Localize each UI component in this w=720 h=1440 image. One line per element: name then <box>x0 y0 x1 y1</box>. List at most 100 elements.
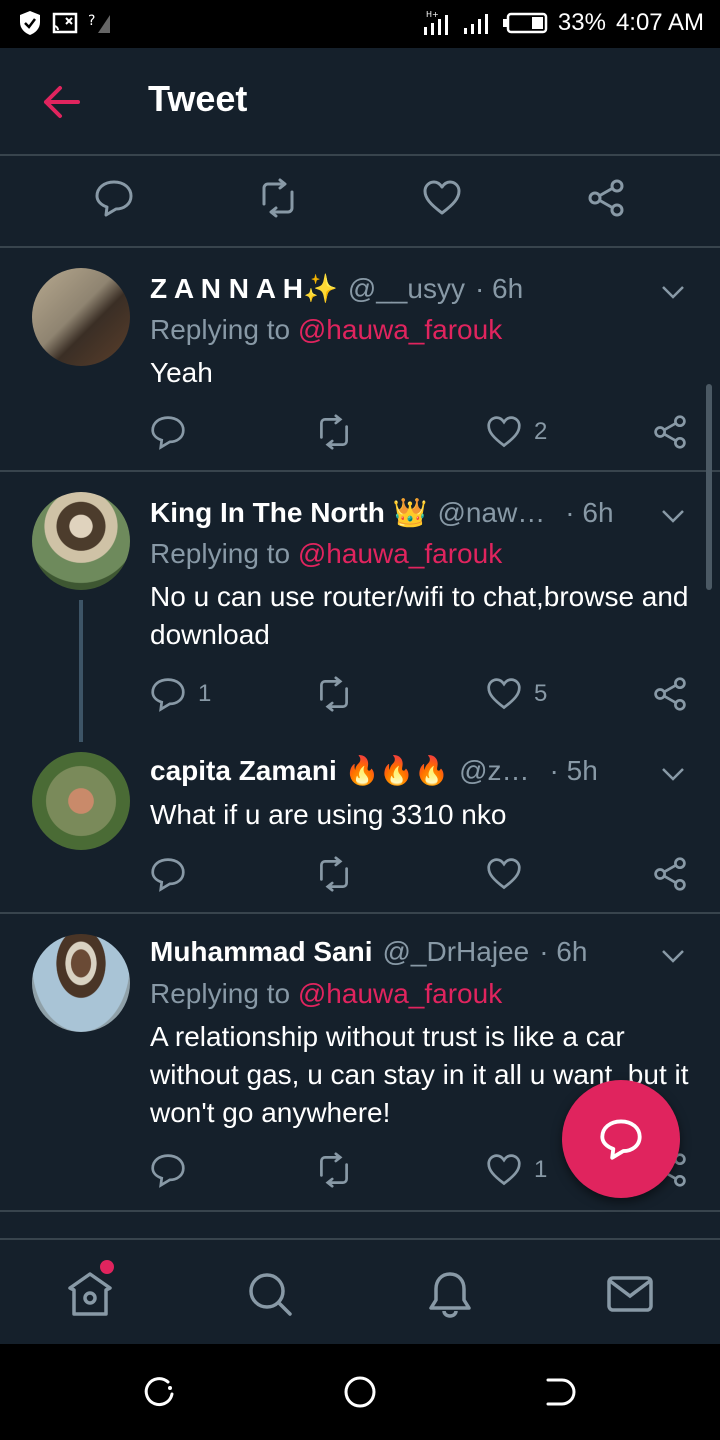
reply-tweet[interactable]: capita Zamani 🔥🔥🔥 @z… · 5h What if u are… <box>0 734 720 912</box>
reply-button[interactable] <box>150 1152 198 1188</box>
retweet-icon <box>320 676 348 712</box>
back-button[interactable] <box>40 82 84 122</box>
chevron-down-icon[interactable] <box>660 948 686 964</box>
like-count: 2 <box>534 418 548 445</box>
bottom-nav <box>0 1238 720 1346</box>
user-handle[interactable]: @naw… <box>438 497 546 529</box>
cast-icon <box>52 12 78 34</box>
system-nav-bar <box>0 1344 720 1440</box>
chevron-down-icon[interactable] <box>660 508 686 524</box>
reply-count: 1 <box>198 680 212 707</box>
like-button[interactable]: 2 <box>486 414 547 450</box>
arrow-left-icon <box>44 86 80 118</box>
scrollbar[interactable] <box>706 384 712 590</box>
search-icon[interactable] <box>246 1270 294 1318</box>
like-button[interactable]: 5 <box>486 676 547 712</box>
user-handle[interactable]: @__usyy <box>348 273 465 305</box>
shield-icon <box>18 10 42 36</box>
mention-link[interactable]: @hauwa_farouk <box>298 978 502 1009</box>
like-button[interactable] <box>486 856 534 892</box>
like-count: 5 <box>534 680 548 707</box>
avatar[interactable] <box>32 268 130 366</box>
retweet-icon <box>320 856 348 892</box>
home-button-icon[interactable] <box>342 1374 378 1410</box>
back-button-icon[interactable] <box>542 1374 578 1410</box>
share-icon <box>654 415 686 449</box>
user-handle[interactable]: @z… <box>459 755 529 787</box>
like-icon[interactable] <box>422 178 462 218</box>
share-icon <box>654 677 686 711</box>
reply-button[interactable] <box>150 856 198 892</box>
replying-to: Replying to @hauwa_farouk <box>150 538 503 569</box>
retweet-button[interactable] <box>316 1152 364 1188</box>
like-icon <box>487 416 521 448</box>
battery-percent: 33% <box>557 9 606 36</box>
clock: 4:07 AM <box>615 9 704 36</box>
divider <box>0 1210 720 1212</box>
user-handle[interactable]: @_DrHajee <box>382 936 529 968</box>
reply-icon <box>151 678 185 712</box>
share-button[interactable] <box>652 856 688 892</box>
retweet-button[interactable] <box>316 414 364 450</box>
messages-icon[interactable] <box>606 1270 654 1318</box>
share-icon <box>654 857 686 891</box>
display-name[interactable]: Muhammad Sani <box>150 936 372 968</box>
svg-text:?: ? <box>88 13 95 29</box>
tweet-text: No u can use router/wifi to chat,browse … <box>150 581 689 650</box>
chevron-down-icon[interactable] <box>660 284 686 300</box>
share-button[interactable] <box>652 676 688 712</box>
avatar[interactable] <box>32 934 130 1032</box>
reply-icon[interactable] <box>94 178 134 218</box>
tweet-time: · 6h <box>539 936 588 967</box>
tweet-time: · 6h <box>474 272 524 304</box>
retweet-icon[interactable] <box>258 178 298 218</box>
share-icon[interactable] <box>586 178 626 218</box>
reply-icon <box>151 1154 185 1188</box>
mention-link[interactable]: @hauwa_farouk <box>298 314 502 345</box>
notifications-icon[interactable] <box>426 1270 474 1318</box>
share-button[interactable] <box>652 414 688 450</box>
reply-icon <box>151 858 185 892</box>
display-name[interactable]: King In The North 👑 <box>150 496 428 529</box>
battery-icon <box>502 12 548 34</box>
like-icon <box>487 1154 521 1186</box>
page-title: Tweet <box>148 78 248 119</box>
svg-text:H+: H+ <box>426 10 439 19</box>
tweet-text: What if u are using 3310 nko <box>150 799 507 830</box>
chevron-down-icon[interactable] <box>660 766 686 782</box>
replying-to: Replying to @hauwa_farouk <box>150 314 503 345</box>
display-name[interactable]: Z A N N A H✨ <box>150 272 338 305</box>
compose-reply-button[interactable] <box>562 1080 680 1198</box>
retweet-button[interactable] <box>316 676 364 712</box>
no-signal-icon: ? <box>88 11 112 35</box>
tweet-time: · 6h <box>565 496 614 528</box>
signal-icon <box>462 10 492 36</box>
recent-apps-icon[interactable] <box>142 1374 178 1410</box>
like-button[interactable]: 1 <box>486 1152 547 1188</box>
like-icon <box>487 858 521 890</box>
retweet-icon <box>320 1152 348 1188</box>
reply-button[interactable]: 1 <box>150 676 211 712</box>
like-count: 1 <box>534 1156 548 1183</box>
notification-dot <box>100 1260 114 1274</box>
retweet-icon <box>320 414 348 450</box>
tweet-text: Yeah <box>150 357 213 388</box>
main-tweet-actions <box>0 156 720 248</box>
compose-reply-icon <box>600 1119 642 1160</box>
home-icon[interactable] <box>66 1270 114 1318</box>
like-icon <box>487 678 521 710</box>
reply-button[interactable] <box>150 414 198 450</box>
mention-link[interactable]: @hauwa_farouk <box>298 538 502 569</box>
display-name[interactable]: capita Zamani 🔥🔥🔥 <box>150 754 449 787</box>
app-header: Tweet <box>0 48 720 156</box>
avatar[interactable] <box>32 752 130 850</box>
reply-tweet[interactable]: King In The North 👑 @naw… · 6h Replying … <box>0 472 720 734</box>
replying-to: Replying to @hauwa_farouk <box>150 978 503 1009</box>
tweet-time: · 5h <box>549 754 598 786</box>
signal-icon: H+ <box>422 9 452 37</box>
retweet-button[interactable] <box>316 856 364 892</box>
reply-tweet[interactable]: Z A N N A H✨ @__usyy · 6h Replying to @h… <box>0 248 720 470</box>
status-bar: ? H+ 33% 4:07 AM <box>0 0 720 48</box>
reply-icon <box>151 416 185 450</box>
avatar[interactable] <box>32 492 130 590</box>
